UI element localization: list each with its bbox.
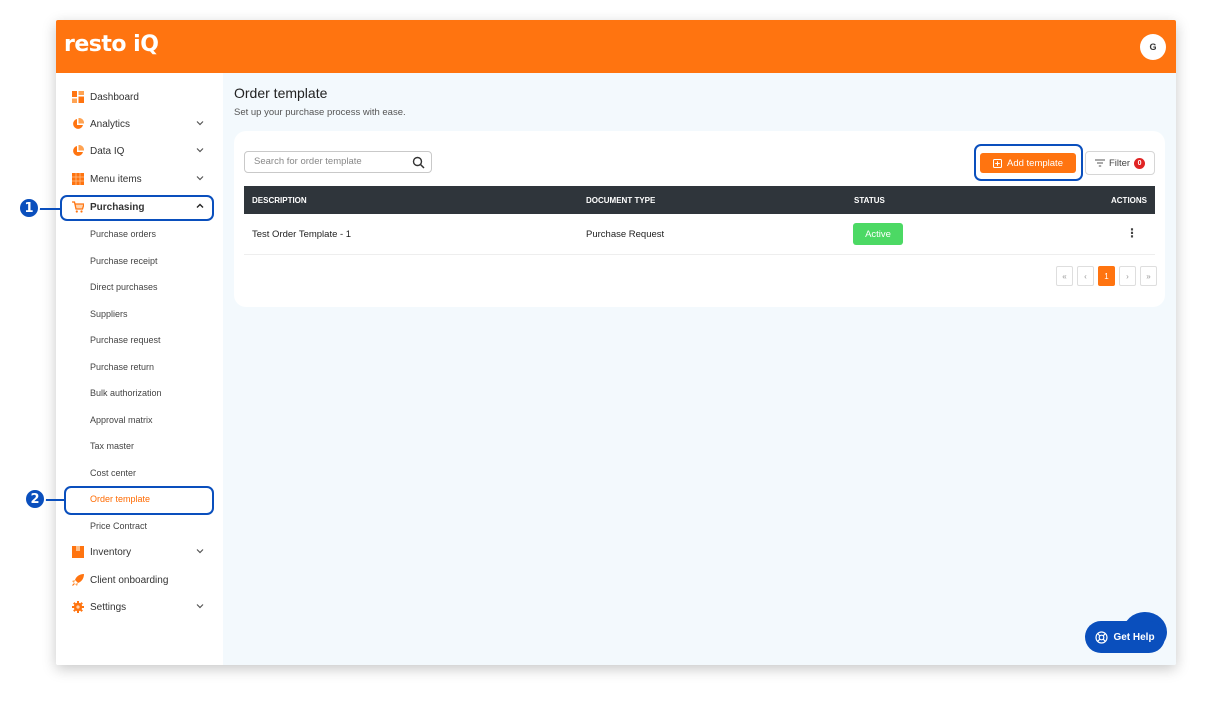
- filter-icon: [1094, 159, 1105, 167]
- column-header-description[interactable]: DESCRIPTION: [252, 196, 307, 205]
- page-title: Order template: [234, 85, 328, 101]
- search-input[interactable]: [254, 156, 404, 167]
- column-header-status[interactable]: STATUS: [854, 196, 885, 205]
- search-box: [244, 151, 432, 173]
- sidebar-item-analytics[interactable]: Analytics: [56, 113, 223, 135]
- dashboard-icon: [72, 91, 84, 103]
- sidebar-subitem-direct-purchases[interactable]: Direct purchases: [90, 279, 158, 295]
- sidebar-subitem-bulk-authorization[interactable]: Bulk authorization: [90, 385, 162, 401]
- get-help-button[interactable]: Get Help: [1085, 621, 1165, 653]
- cell-description: Test Order Template - 1: [252, 229, 352, 240]
- sidebar-item-label: Client onboarding: [90, 574, 169, 586]
- page-subtitle: Set up your purchase process with ease.: [234, 107, 406, 118]
- sidebar-subitem-purchase-receipt[interactable]: Purchase receipt: [90, 253, 158, 269]
- sidebar-item-label: Analytics: [90, 118, 131, 130]
- chevron-down-icon: [196, 148, 204, 153]
- pagination-page-1[interactable]: 1: [1098, 266, 1115, 286]
- pie-chart-icon: [72, 145, 84, 157]
- pagination-first-button[interactable]: «: [1056, 266, 1073, 286]
- gear-icon: [72, 601, 84, 613]
- grid-icon: [72, 173, 84, 185]
- chevron-down-icon: [196, 549, 204, 554]
- sidebar-subitem-cost-center[interactable]: Cost center: [90, 465, 136, 481]
- step-callout-2: 2: [24, 488, 46, 510]
- pagination-next-button[interactable]: ›: [1119, 266, 1136, 286]
- lifebuoy-icon: [1095, 630, 1109, 644]
- sidebar-item-client-onboarding[interactable]: Client onboarding: [56, 569, 223, 591]
- sidebar-subitem-suppliers[interactable]: Suppliers: [90, 306, 128, 322]
- sidebar-item-inventory[interactable]: Inventory: [56, 541, 223, 563]
- sidebar-subitem-purchase-orders[interactable]: Purchase orders: [90, 226, 156, 242]
- user-avatar[interactable]: G: [1140, 34, 1166, 60]
- chevron-down-icon: [196, 604, 204, 609]
- filter-label: Filter: [1108, 157, 1131, 169]
- filter-button[interactable]: Filter 0: [1085, 151, 1155, 175]
- pagination: « ‹ 1 › »: [1056, 266, 1157, 286]
- sidebar-item-label: Menu items: [90, 173, 142, 185]
- row-actions-kebab-icon[interactable]: ⋮: [1126, 227, 1138, 239]
- chevron-down-icon: [196, 176, 204, 181]
- sidebar-item-label: Inventory: [90, 546, 132, 558]
- rocket-icon: [72, 574, 84, 586]
- sidebar-subitem-tax-master[interactable]: Tax master: [90, 438, 134, 454]
- column-header-actions: ACTIONS: [1111, 196, 1147, 205]
- highlight-order-template: [64, 486, 214, 515]
- sidebar-subitem-purchase-request[interactable]: Purchase request: [90, 332, 161, 348]
- step-callout-1: 1: [18, 197, 40, 219]
- status-badge: Active: [853, 223, 903, 245]
- sidebar-item-label: Settings: [90, 601, 127, 613]
- sidebar-item-data-iq[interactable]: Data IQ: [56, 140, 223, 162]
- sidebar-item-label: Data IQ: [90, 145, 125, 157]
- search-icon[interactable]: [412, 156, 425, 169]
- pagination-prev-button[interactable]: ‹: [1077, 266, 1094, 286]
- sidebar-subitem-purchase-return[interactable]: Purchase return: [90, 359, 154, 375]
- table-header: DESCRIPTION DOCUMENT TYPE STATUS ACTIONS: [244, 186, 1155, 214]
- cell-document-type: Purchase Request: [586, 229, 665, 240]
- sidebar: Dashboard Analytics Data IQ Menu items P…: [56, 73, 223, 665]
- get-help-label: Get Help: [1113, 631, 1155, 643]
- pagination-last-button[interactable]: »: [1140, 266, 1157, 286]
- sidebar-item-settings[interactable]: Settings: [56, 596, 223, 618]
- pie-chart-icon: [72, 118, 84, 130]
- sidebar-subitem-price-contract[interactable]: Price Contract: [90, 518, 147, 534]
- highlight-add-template: [974, 144, 1083, 181]
- sidebar-item-label: Dashboard: [90, 91, 139, 103]
- chevron-down-icon: [196, 121, 204, 126]
- sidebar-item-menu-items[interactable]: Menu items: [56, 168, 223, 190]
- sidebar-subitem-approval-matrix[interactable]: Approval matrix: [90, 412, 153, 428]
- highlight-purchasing: [60, 195, 214, 221]
- filter-count-badge: 0: [1134, 157, 1146, 169]
- sidebar-item-dashboard[interactable]: Dashboard: [56, 86, 223, 108]
- table-row[interactable]: Test Order Template - 1 Purchase Request…: [244, 214, 1155, 255]
- app-window: resto iQ G Dashboard Analytics Data IQ M…: [56, 20, 1176, 665]
- column-header-document-type[interactable]: DOCUMENT TYPE: [586, 196, 655, 205]
- box-icon: [72, 546, 84, 558]
- top-bar: resto iQ G: [56, 20, 1176, 73]
- app-logo[interactable]: resto iQ: [64, 32, 159, 57]
